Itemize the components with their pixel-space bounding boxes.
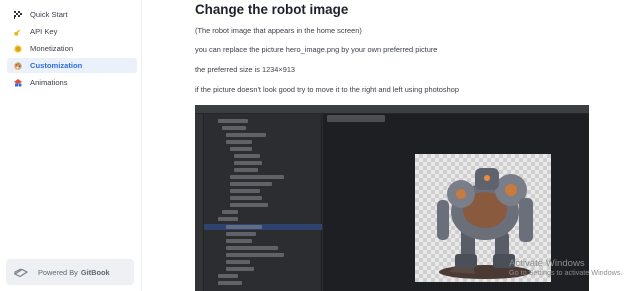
sidebar-item-customization[interactable]: Customization [7, 58, 137, 73]
gitbook-prefix: Powered By [38, 267, 78, 277]
editor-tab [327, 115, 385, 122]
sidebar-item-label: API Key [30, 27, 58, 36]
ide-tool-strip [195, 114, 204, 291]
paragraph-size: the preferred size is 1234×913 [195, 65, 296, 74]
windows-activation-subtitle: Go to Settings to activate Windows. [509, 268, 623, 277]
shapes-icon [14, 78, 22, 87]
sidebar-item-api-key[interactable]: API Key [7, 24, 137, 39]
checkered-flag-icon [14, 10, 22, 19]
sidebar-item-label: Quick Start [30, 10, 68, 19]
ide-title-bar [195, 105, 589, 114]
page-title: Change the robot image [195, 2, 349, 17]
gitbook-logo-icon [13, 267, 29, 277]
paragraph-robot-note: (The robot image that appears in the hom… [195, 26, 362, 35]
coin-icon [14, 44, 22, 53]
palette-icon [14, 61, 22, 70]
main-content: Change the robot image (The robot image … [142, 0, 639, 291]
gitbook-brand: GitBook [80, 267, 110, 277]
paragraph-replace: you can replace the picture hero_image.p… [195, 45, 438, 54]
ide-project-tree [204, 114, 322, 291]
sidebar-item-label: Animations [30, 78, 68, 87]
sidebar-item-quick-start[interactable]: Quick Start [7, 7, 137, 22]
paragraph-photoshop: if the picture doesn't look good try to … [195, 85, 459, 94]
key-icon [14, 28, 22, 36]
sidebar-item-label: Monetization [30, 44, 74, 53]
sidebar-item-animations[interactable]: Animations [7, 75, 137, 90]
sidebar-item-label: Customization [30, 61, 83, 70]
sidebar-item-monetization[interactable]: Monetization [7, 41, 137, 56]
sidebar: Quick Start API Key Monetization Customi… [0, 0, 142, 291]
powered-by-gitbook-link[interactable]: Powered By GitBook [6, 259, 134, 285]
